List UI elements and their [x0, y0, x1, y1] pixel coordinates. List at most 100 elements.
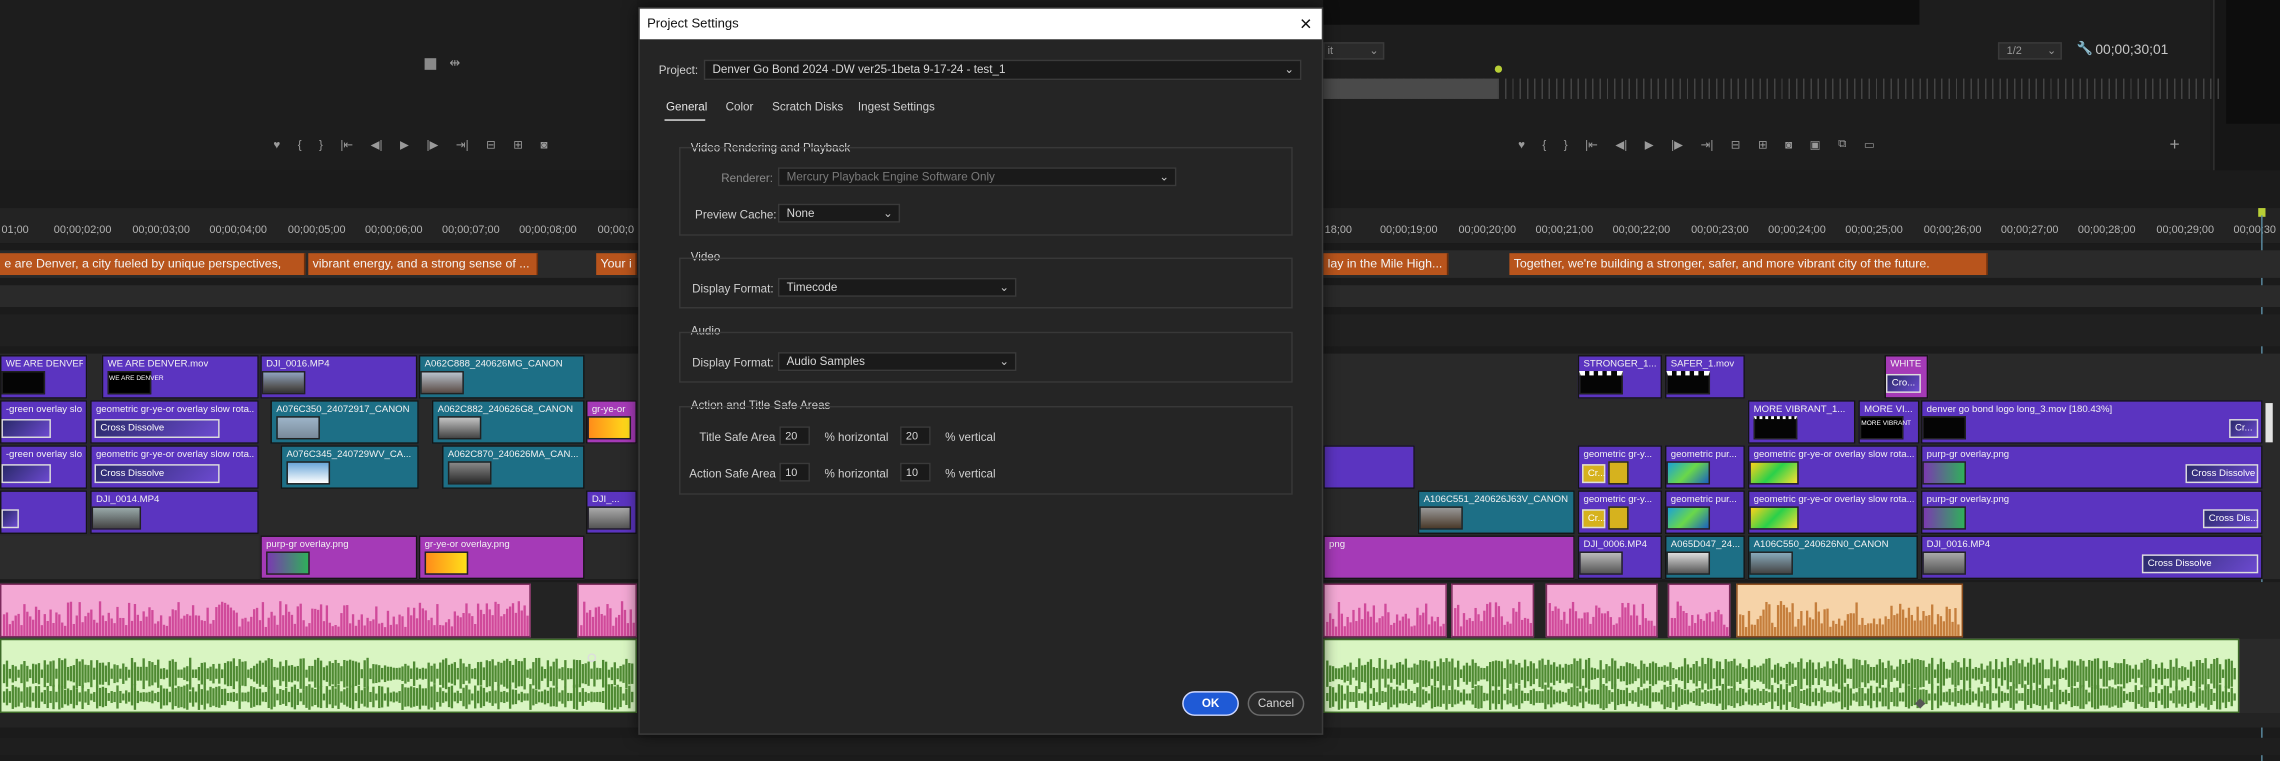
mark-out-icon[interactable]: }	[319, 138, 323, 151]
video-clip[interactable]: A076C345_240729WV_CA...	[280, 445, 419, 489]
program-playhead-marker[interactable]	[1494, 65, 1503, 73]
go-to-out-icon[interactable]: ⇥|	[1701, 138, 1714, 151]
video-clip[interactable]: A062C888_240626MG_CANON	[418, 355, 585, 399]
resolution-dropdown[interactable]: 1/2 ⌄	[1997, 42, 2062, 60]
video-clip[interactable]: SAFER_1.mov	[1664, 355, 1745, 399]
comparison-view-icon[interactable]: ▣	[1810, 138, 1821, 151]
export-frame-icon[interactable]: ◙	[540, 138, 547, 151]
ok-button[interactable]: OK	[1182, 691, 1239, 716]
preview-cache-dropdown[interactable]: None ⌄	[777, 203, 901, 223]
video-clip[interactable]: DJI_0016.MP4 Cross Dissolve	[1920, 535, 2263, 580]
video-clip[interactable]: A106C550_240626N0_CANON	[1747, 535, 1918, 580]
play-icon[interactable]: ▶	[1645, 138, 1654, 151]
transition-cross-dissolve[interactable]: Cross Dissolve	[94, 464, 220, 484]
cancel-button[interactable]: Cancel	[1247, 691, 1305, 716]
step-back-icon[interactable]: ◀|	[1615, 138, 1627, 151]
video-clip[interactable]: purp-gr overlay.png Cross Dissolve	[1920, 445, 2263, 489]
caption-clip[interactable]: Your i	[596, 253, 637, 276]
tab-scratch-disks[interactable]: Scratch Disks	[772, 100, 843, 113]
video-clip[interactable]: DJI_...	[586, 490, 637, 535]
go-to-in-icon[interactable]: |⇤	[1585, 138, 1598, 151]
video-clip[interactable]: STRONGER_1...	[1577, 355, 1663, 399]
tab-color[interactable]: Color	[726, 100, 754, 113]
lift-icon[interactable]: ⊟	[1731, 138, 1741, 151]
video-clip[interactable]: gr-ye-or	[586, 400, 637, 444]
step-forward-icon[interactable]: |▶	[1671, 138, 1683, 151]
video-clip[interactable]: png	[1323, 535, 1575, 580]
transition-cross-dissolve[interactable]: Cr...	[1582, 509, 1605, 529]
marker-icon[interactable]: ♥	[273, 138, 280, 151]
caption-clip[interactable]: lay in the Mile High...	[1323, 253, 1449, 276]
caption-clip[interactable]: vibrant energy, and a strong sense of ..…	[308, 253, 539, 276]
vr-icon[interactable]: ⧉	[1838, 137, 1846, 152]
video-clip[interactable]: A062C882_240626G8_CANON	[431, 400, 585, 444]
video-clip[interactable]: DJI_0016.MP4	[260, 355, 418, 399]
step-back-icon[interactable]: ◀|	[371, 138, 383, 151]
video-clip[interactable]: -green overlay slo...	[0, 400, 88, 444]
video-clip[interactable]: A062C870_240626MA_CAN...	[442, 445, 585, 489]
video-clip[interactable]: purp-gr overlay.png Cross Dis...	[1920, 490, 2263, 535]
video-clip[interactable]: geometric pur...	[1664, 445, 1745, 489]
overwrite-icon[interactable]: ⊞	[513, 138, 523, 151]
transition-cross-dissolve[interactable]	[1, 464, 51, 484]
title-safe-vertical-input[interactable]: 20	[900, 426, 931, 446]
transition-cross-dissolve[interactable]	[1, 419, 51, 438]
keyframe-icon[interactable]	[587, 653, 597, 663]
extract-icon[interactable]: ⊞	[1758, 138, 1768, 151]
video-clip[interactable]: A065D047_24...	[1664, 535, 1745, 580]
transition-cross-dissolve[interactable]: Cr...	[2229, 419, 2259, 438]
video-clip[interactable]	[1323, 445, 1415, 489]
video-clip[interactable]: A106C551_240626J63V_CANON	[1417, 490, 1575, 535]
action-safe-horizontal-input[interactable]: 10	[779, 462, 810, 482]
audio-display-format-dropdown[interactable]: Audio Samples ⌄	[777, 352, 1017, 372]
video-clip[interactable]	[0, 490, 88, 535]
transition-cross-dissolve[interactable]: Cro...	[1885, 373, 1921, 393]
program-timecode[interactable]: 00;00;30;01	[2095, 42, 2168, 58]
step-forward-icon[interactable]: |▶	[426, 138, 438, 151]
video-clip[interactable]: purp-gr overlay.png	[260, 535, 418, 580]
video-clip[interactable]: geometric gr-ye-or overlay slow rota... …	[90, 400, 259, 444]
mark-in-icon[interactable]: {	[298, 138, 302, 151]
wrench-icon[interactable]: 🔧	[2076, 41, 2092, 57]
mark-in-icon[interactable]: {	[1542, 138, 1546, 151]
expand-icon[interactable]: ⇹	[449, 55, 460, 71]
video-clip[interactable]: geometric gr-ye-or overlay slow rota...	[1747, 490, 1918, 535]
project-dropdown[interactable]: Denver Go Bond 2024 -DW ver25-1beta 9-17…	[703, 59, 1302, 81]
go-to-in-icon[interactable]: |⇤	[340, 138, 353, 151]
marker-icon[interactable]: ♥	[1518, 138, 1525, 151]
video-clip[interactable]: MORE VI... MORE VIBRANT	[1858, 400, 1920, 444]
video-clip[interactable]: WHITE Cro...	[1884, 355, 1929, 399]
transition-cross-dissolve[interactable]	[1, 509, 19, 529]
video-clip[interactable]: WE ARE DENVER.mov	[0, 355, 88, 399]
transition-cross-dissolve[interactable]: Cross Dissolve	[2141, 554, 2259, 574]
video-clip[interactable]: geometric gr-ye-or overlay slow rota...	[1747, 445, 1918, 489]
export-frame-icon[interactable]: ◙	[1785, 138, 1792, 151]
play-icon[interactable]: ▶	[400, 138, 409, 151]
fit-dropdown[interactable]: it ⌄	[1323, 42, 1385, 60]
tab-general[interactable]: General	[666, 100, 707, 113]
add-button-icon[interactable]: +	[2170, 134, 2180, 154]
video-display-format-dropdown[interactable]: Timecode ⌄	[777, 277, 1017, 297]
action-safe-vertical-input[interactable]: 10	[900, 462, 931, 482]
transition-cross-dissolve[interactable]: Cr...	[1582, 464, 1605, 484]
mark-out-icon[interactable]: }	[1564, 138, 1568, 151]
video-clip[interactable]: MORE VIBRANT_1...	[1747, 400, 1856, 444]
close-icon[interactable]: ×	[1290, 9, 1322, 40]
caption-clip[interactable]: e are Denver, a city fueled by unique pe…	[0, 253, 306, 276]
insert-icon[interactable]: ⊟	[486, 138, 496, 151]
video-clip[interactable]: geometric gr-y... Cr...	[1577, 445, 1663, 489]
video-clip[interactable]: -green overlay slo...	[0, 445, 88, 489]
transition-cross-dissolve[interactable]: Cross Dissolve	[94, 419, 220, 438]
title-safe-horizontal-input[interactable]: 20	[779, 426, 810, 446]
horizontal-scrollbar[interactable]	[0, 737, 2280, 756]
video-clip[interactable]: geometric gr-ye-or overlay slow rota... …	[90, 445, 259, 489]
transition-cross-dissolve[interactable]: Cross Dissolve	[2185, 464, 2259, 484]
video-clip[interactable]: geometric gr-y... Cr...	[1577, 490, 1663, 535]
safe-margins-icon[interactable]	[424, 58, 437, 70]
video-clip[interactable]: DJI_0014.MP4	[90, 490, 259, 535]
go-to-out-icon[interactable]: ⇥|	[456, 138, 469, 151]
transition-cross-dissolve[interactable]: Cross Dis...	[2202, 509, 2258, 529]
multicam-icon[interactable]: ▭	[1864, 138, 1875, 151]
video-clip[interactable]: WE ARE DENVER.mov WE ARE DENVER	[101, 355, 259, 399]
video-clip[interactable]: A076C350_24072917_CANON	[270, 400, 419, 444]
